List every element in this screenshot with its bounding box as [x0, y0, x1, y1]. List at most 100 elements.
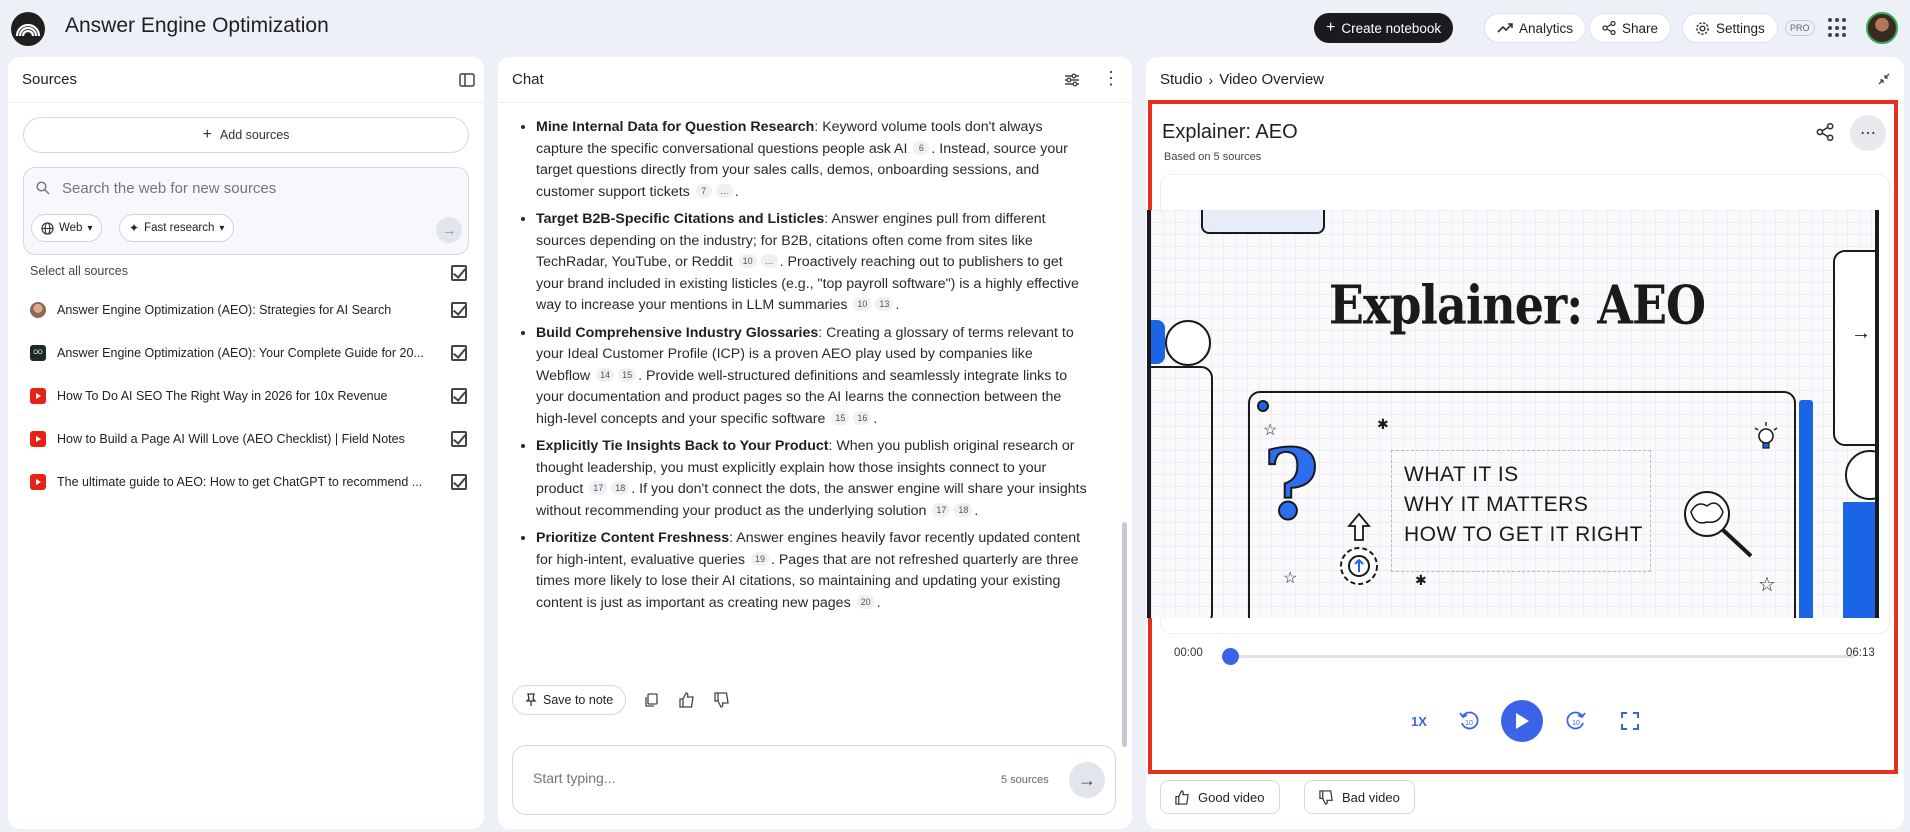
source-checkbox[interactable] — [451, 302, 467, 318]
citation-chip[interactable]: 15 — [831, 410, 850, 425]
citation-chip[interactable]: 18 — [611, 481, 630, 495]
citation-chip[interactable]: 17 — [932, 502, 951, 517]
sources-header: Sources — [8, 57, 484, 103]
share-icon — [1602, 21, 1616, 35]
more-horiz-icon: ⋯ — [1860, 125, 1876, 142]
total-time: 06:13 — [1846, 647, 1875, 659]
select-all-checkbox[interactable] — [451, 265, 467, 281]
more-vert-icon[interactable]: ⋮ — [1102, 68, 1120, 89]
decor-shape — [1151, 366, 1213, 618]
copy-button[interactable] — [638, 687, 664, 713]
search-submit-button[interactable]: → — [436, 217, 462, 243]
source-item[interactable]: How To Do AI SEO The Right Way in 2026 f… — [30, 385, 470, 409]
citation-chip[interactable]: 10 — [738, 254, 757, 268]
collapse-icon[interactable] — [1878, 73, 1890, 85]
studio-panel: Studio › Video Overview Explainer: AEO B… — [1146, 57, 1904, 829]
thumbs-up-button[interactable] — [674, 687, 700, 713]
source-checkbox[interactable] — [451, 388, 467, 404]
citation-chip[interactable]: 18 — [954, 502, 973, 517]
brain-magnifier-icon — [1671, 482, 1761, 567]
progress-track[interactable] — [1229, 655, 1855, 658]
fullscreen-button[interactable] — [1616, 707, 1644, 735]
chat-item-heading: Explicitly Tie Insights Back to Your Pro… — [536, 438, 829, 454]
web-search-box: Web ▾ ✦ Fast research ▾ → — [23, 167, 469, 255]
notebook-title[interactable]: Answer Engine Optimization — [65, 14, 329, 38]
citation-chip[interactable]: 14 — [596, 367, 615, 382]
add-sources-button[interactable]: + Add sources — [23, 117, 469, 153]
sources-panel: Sources + Add sources Web ▾ ✦ Fast resea… — [8, 57, 484, 829]
create-notebook-button[interactable]: + Create notebook — [1314, 13, 1454, 43]
arrow-right-icon: → — [1078, 769, 1096, 790]
bad-video-button[interactable]: Bad video — [1304, 780, 1415, 814]
citation-chip[interactable]: 13 — [875, 297, 894, 311]
rewind-10-button[interactable]: 10 — [1455, 707, 1483, 735]
plus-icon: + — [202, 126, 212, 143]
svg-text:10: 10 — [1465, 720, 1473, 727]
decor-dot — [1257, 400, 1269, 412]
decor-shape — [1799, 400, 1813, 618]
citation-chip[interactable]: 10 — [853, 297, 872, 311]
notebook-logo-icon[interactable] — [11, 12, 45, 46]
share-button[interactable]: Share — [1589, 13, 1672, 43]
decor-shape — [1843, 502, 1875, 618]
thumbs-down-icon — [1319, 789, 1333, 805]
breadcrumb-studio[interactable]: Studio — [1160, 71, 1203, 88]
playback-speed-button[interactable]: 1X — [1405, 707, 1433, 735]
source-item[interactable]: The ultimate guide to AEO: How to get Ch… — [30, 471, 470, 495]
send-button[interactable]: → — [1069, 762, 1105, 798]
sources-title: Sources — [22, 71, 78, 88]
thumbs-up-icon — [679, 692, 694, 708]
youtube-icon — [30, 388, 46, 404]
apps-grid-icon[interactable] — [1828, 18, 1848, 38]
chat-response: Mine Internal Data for Question Research… — [514, 117, 1088, 620]
gear-arrow-icon — [1331, 510, 1387, 595]
top-bar: Answer Engine Optimization + Create note… — [0, 0, 1910, 56]
save-to-note-button[interactable]: Save to note — [512, 685, 627, 715]
citation-chip[interactable]: 19 — [750, 551, 769, 566]
web-search-input[interactable] — [62, 178, 422, 198]
decor-shape — [1201, 210, 1325, 234]
citation-chip[interactable]: 15 — [618, 367, 637, 382]
chat-text: . Provide well-structured definitions an… — [536, 367, 1068, 427]
rewind-icon: 10 — [1459, 711, 1479, 730]
question-mark-icon: ? — [1262, 427, 1320, 542]
research-mode-dropdown[interactable]: ✦ Fast research ▾ — [119, 214, 235, 242]
analytics-button[interactable]: Analytics — [1484, 13, 1587, 43]
citation-chip[interactable]: 16 — [853, 410, 872, 425]
video-frame[interactable]: Explainer: AEO → WHAT IT IS WHY IT MATTE… — [1147, 210, 1879, 618]
play-button[interactable] — [1501, 700, 1543, 742]
more-options-button[interactable]: ⋯ — [1850, 115, 1886, 151]
tune-settings-icon[interactable] — [1064, 72, 1080, 88]
citation-chip[interactable]: … — [760, 254, 778, 268]
source-item[interactable]: Answer Engine Optimization (AEO): Strate… — [30, 299, 470, 323]
source-checkbox[interactable] — [451, 345, 467, 361]
web-source-dropdown[interactable]: Web ▾ — [31, 214, 103, 242]
collapse-panel-icon[interactable] — [459, 72, 475, 88]
share-icon[interactable] — [1816, 123, 1834, 141]
chat-scrollbar[interactable] — [1122, 522, 1127, 747]
good-video-button[interactable]: Good video — [1160, 780, 1280, 814]
forward-10-button[interactable]: 10 — [1562, 707, 1590, 735]
source-item[interactable]: How to Build a Page AI Will Love (AEO Ch… — [30, 428, 470, 452]
citation-chip[interactable]: 20 — [856, 594, 875, 609]
plus-icon: + — [1326, 19, 1336, 36]
video-title: Explainer: AEO — [1162, 121, 1298, 143]
settings-button[interactable]: Settings — [1682, 13, 1778, 43]
citation-chip[interactable]: 7 — [695, 183, 712, 198]
source-item[interactable]: OO Answer Engine Optimization (AEO): You… — [30, 342, 470, 366]
thumbs-down-icon — [714, 692, 729, 708]
person-avatar-icon — [30, 302, 46, 318]
source-checkbox[interactable] — [451, 431, 467, 447]
progress-knob[interactable] — [1222, 648, 1239, 665]
source-checkbox[interactable] — [451, 474, 467, 490]
chat-text: . — [895, 297, 900, 313]
star-icon: ☆ — [1263, 422, 1278, 439]
thumbs-down-button[interactable] — [709, 687, 735, 713]
citation-chip[interactable]: 17 — [589, 481, 608, 495]
citation-chip[interactable]: 6 — [913, 140, 930, 155]
user-avatar[interactable] — [1866, 12, 1898, 44]
citation-chip[interactable]: … — [715, 183, 733, 198]
frame-text: WHAT IT IS WHY IT MATTERS HOW TO GET IT … — [1404, 463, 1643, 546]
chat-input[interactable] — [533, 770, 953, 786]
gear-icon — [1696, 21, 1709, 35]
